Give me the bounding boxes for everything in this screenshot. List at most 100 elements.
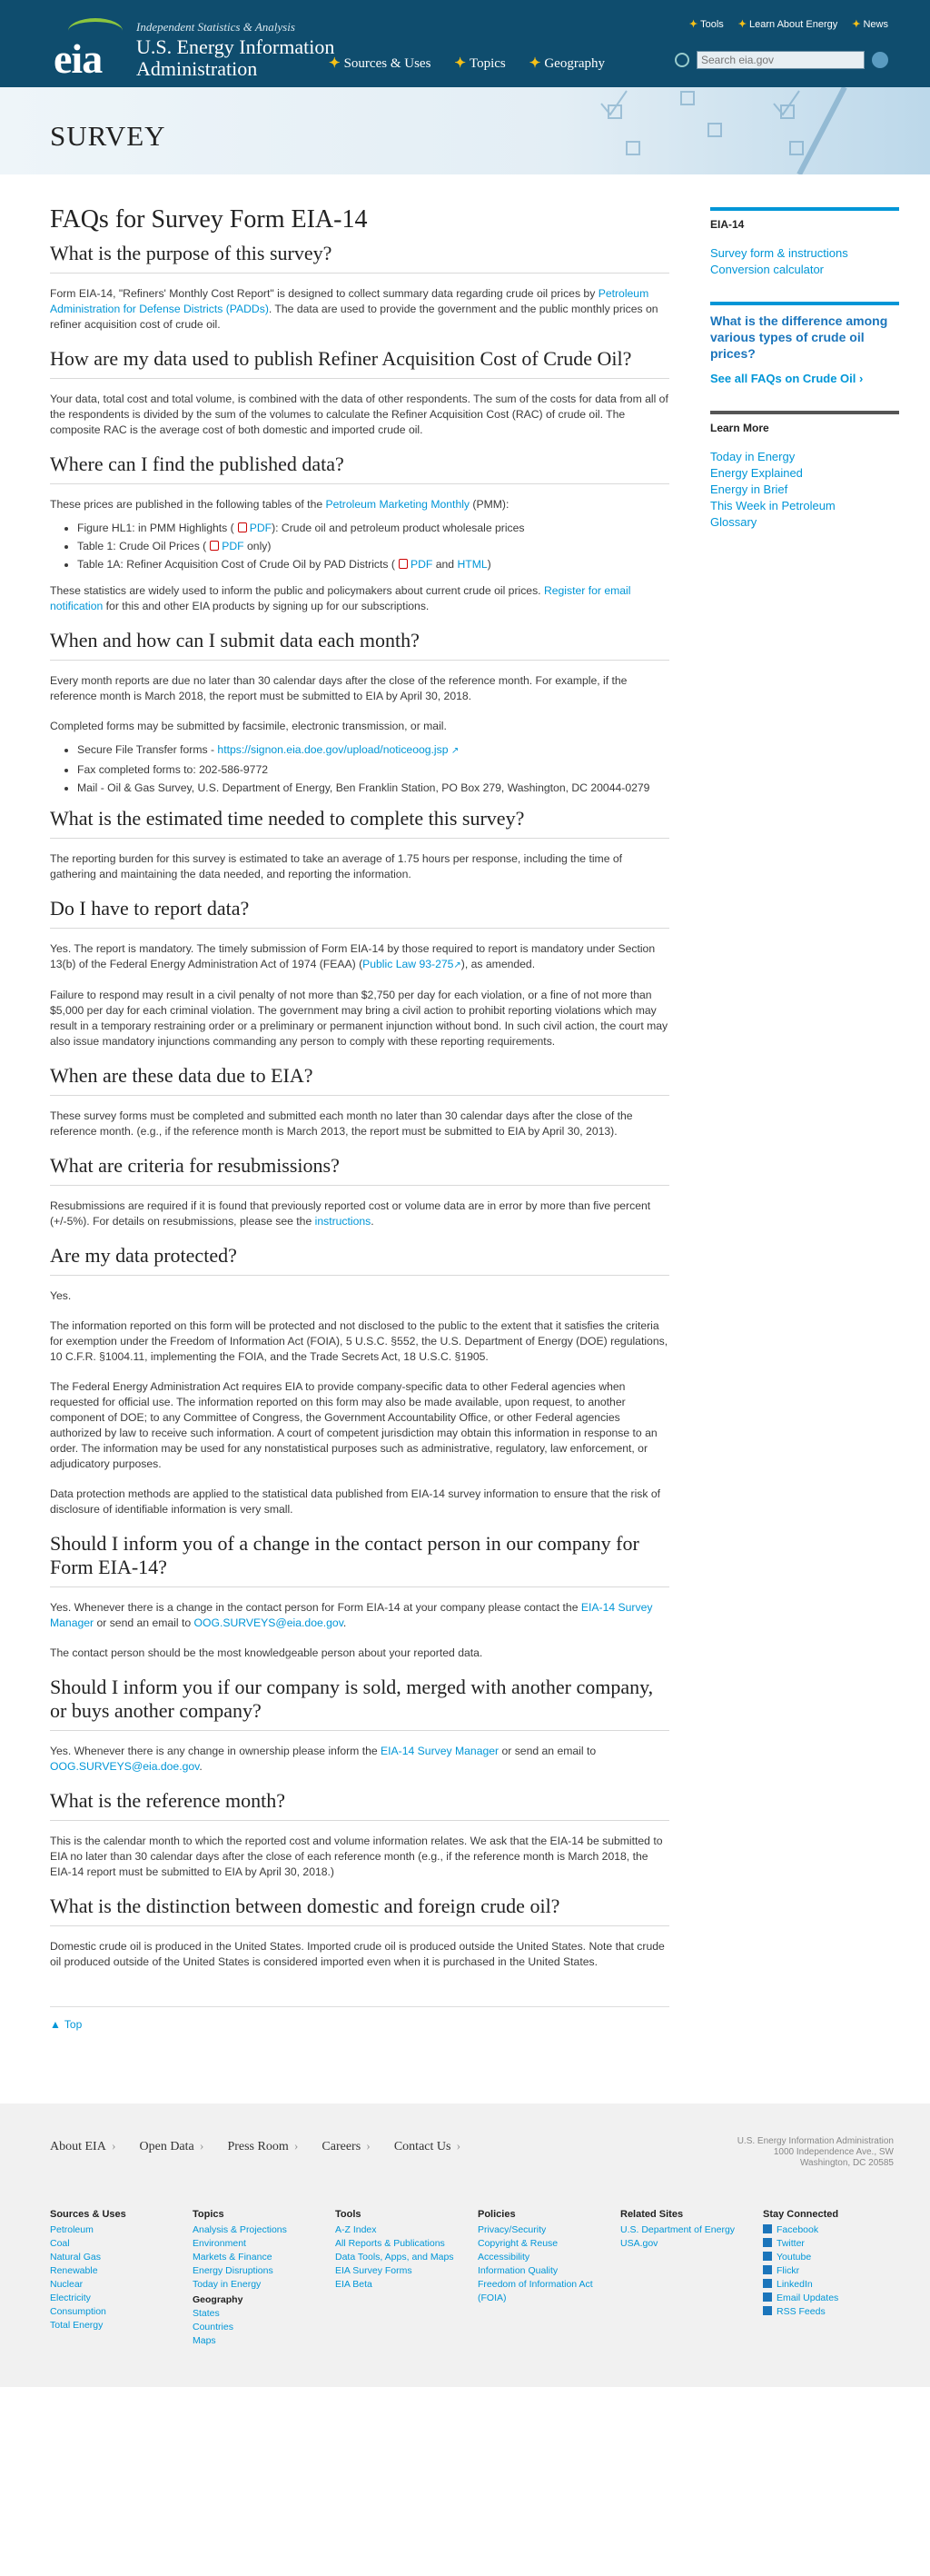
pmm-link[interactable]: Petroleum Marketing Monthly	[326, 498, 470, 511]
footer-link[interactable]: Maps	[193, 2334, 335, 2348]
search-submit-button[interactable]	[872, 52, 888, 68]
footer-nav-item[interactable]: Careers ›	[322, 2140, 370, 2154]
footer-link[interactable]: A-Z Index	[335, 2223, 478, 2237]
faq-answer: The Federal Energy Administration Act re…	[50, 1380, 658, 1470]
top-link[interactable]: Top	[64, 2018, 82, 2031]
footer-col-sources: Sources & Uses Petroleum Coal Natural Ga…	[50, 2209, 193, 2348]
faq-answer: Yes.	[50, 1289, 72, 1302]
secure-transfer-link[interactable]: https://signon.eia.doe.gov/upload/notice…	[217, 743, 448, 756]
footer-link[interactable]: Consumption	[50, 2305, 193, 2319]
footer-link[interactable]: Renewable	[50, 2264, 193, 2278]
footer-link[interactable]: Coal	[50, 2237, 193, 2251]
footer-link[interactable]: Copyright & Reuse	[478, 2237, 620, 2251]
twitter-link[interactable]: Twitter	[763, 2237, 905, 2251]
survey-form-link[interactable]: Survey form & instructions	[710, 245, 899, 262]
flickr-link[interactable]: Flickr	[763, 2264, 905, 2278]
footer-link[interactable]: All Reports & Publications	[335, 2237, 478, 2251]
youtube-link[interactable]: Youtube	[763, 2251, 905, 2264]
learn-more-link[interactable]: Today in Energy	[710, 449, 899, 465]
footer-link[interactable]: Information Quality	[478, 2264, 620, 2278]
faq-answer: The information reported on this form wi…	[50, 1319, 668, 1363]
list-item: Figure HL1: in PMM Highlights (PDF): Cru…	[77, 520, 669, 536]
footer-link[interactable]: USA.gov	[620, 2237, 763, 2251]
featured-faq-link[interactable]: What is the difference among various typ…	[710, 313, 899, 362]
nav-news[interactable]: ✦ News	[852, 18, 888, 30]
faq-answer: Failure to respond may result in a civil…	[50, 989, 668, 1048]
footer-link[interactable]: Nuclear	[50, 2278, 193, 2292]
footer-nav-item[interactable]: About EIA ›	[50, 2140, 116, 2154]
footer-link[interactable]: Natural Gas	[50, 2251, 193, 2264]
footer-col-topics: Topics Analysis & Projections Environmen…	[193, 2209, 335, 2348]
html-link[interactable]: HTML	[457, 558, 487, 571]
site-search	[675, 51, 888, 69]
survey-email-link[interactable]: OOG.SURVEYS@eia.doe.gov	[194, 1616, 343, 1629]
footer-link[interactable]: EIA Beta	[335, 2278, 478, 2292]
footer-link[interactable]: Freedom of Information Act (FOIA)	[478, 2278, 620, 2305]
search-icon	[675, 53, 689, 67]
conversion-calculator-link[interactable]: Conversion calculator	[710, 262, 899, 278]
footer-link[interactable]: Petroleum	[50, 2223, 193, 2237]
faq-answer: Resubmissions are required if it is foun…	[50, 1199, 651, 1228]
footer-link[interactable]: Analysis & Projections	[193, 2223, 335, 2237]
chevron-icon: ›	[456, 2140, 461, 2153]
footer-link[interactable]: Environment	[193, 2237, 335, 2251]
nav-topics[interactable]: ✦ Topics	[454, 55, 505, 72]
page-title: FAQs for Survey Form EIA-14	[50, 205, 368, 234]
footer-link[interactable]: Today in Energy	[193, 2278, 335, 2292]
footer-link[interactable]: EIA Survey Forms	[335, 2264, 478, 2278]
footer-link[interactable]: Energy Disruptions	[193, 2264, 335, 2278]
list-item: Table 1A: Refiner Acquisition Cost of Cr…	[77, 556, 669, 572]
star-icon: ✦	[329, 56, 341, 71]
faq-question: What is the reference month?	[50, 1789, 669, 1821]
nav-tools[interactable]: ✦ Tools	[689, 18, 724, 30]
list-item: Secure File Transfer forms - https://sig…	[77, 741, 669, 760]
survey-manager-link[interactable]: EIA-14 Survey Manager	[381, 1745, 499, 1757]
learn-more-link[interactable]: Energy in Brief	[710, 482, 899, 498]
learn-more-box: Learn More Today in Energy Energy Explai…	[710, 411, 899, 531]
rss-feeds-link[interactable]: RSS Feeds	[763, 2305, 905, 2319]
nav-learn-about-energy[interactable]: ✦ Learn About Energy	[738, 18, 837, 30]
footer-link[interactable]: U.S. Department of Energy	[620, 2223, 763, 2237]
faq-answer: Yes. Whenever there is a change in the c…	[50, 1601, 653, 1629]
email-updates-link[interactable]: Email Updates	[763, 2292, 905, 2305]
footer-nav-item[interactable]: Press Room ›	[227, 2140, 298, 2154]
footer-link[interactable]: Total Energy	[50, 2319, 193, 2332]
star-icon: ✦	[454, 56, 466, 71]
site-footer: About EIA › Open Data › Press Room › Career…	[0, 2104, 930, 2387]
logo-text: eia	[54, 35, 103, 82]
footer-link[interactable]: Markets & Finance	[193, 2251, 335, 2264]
footer-link[interactable]: Accessibility	[478, 2251, 620, 2264]
nav-sources-uses[interactable]: ✦ Sources & Uses	[329, 55, 430, 72]
footer-link[interactable]: Data Tools, Apps, and Maps	[335, 2251, 478, 2264]
learn-more-link[interactable]: Energy Explained	[710, 465, 899, 482]
footer-link[interactable]: Electricity	[50, 2292, 193, 2305]
faq-question: When are these data due to EIA?	[50, 1064, 669, 1096]
instructions-link[interactable]: instructions	[315, 1215, 371, 1228]
faq-answer: Form EIA-14, "Refiners' Monthly Cost Rep…	[50, 287, 658, 331]
pdf-link[interactable]: PDF	[222, 540, 243, 552]
eia-logo[interactable]: eia	[50, 18, 123, 82]
footer-link[interactable]: Privacy/Security	[478, 2223, 620, 2237]
see-all-faqs-link[interactable]: See all FAQs on Crude Oil ›	[710, 371, 899, 387]
footer-link[interactable]: Countries	[193, 2321, 335, 2334]
pdf-icon	[398, 559, 408, 569]
pdf-link[interactable]: PDF	[411, 558, 432, 571]
footer-nav-item[interactable]: Open Data ›	[140, 2140, 204, 2154]
public-law-link[interactable]: Public Law 93-275	[362, 958, 453, 970]
back-to-top: ▲ Top	[50, 2006, 669, 2031]
learn-more-link[interactable]: This Week in Petroleum	[710, 498, 899, 514]
facebook-link[interactable]: Facebook	[763, 2223, 905, 2237]
faq-answer: These survey forms must be completed and…	[50, 1109, 633, 1138]
banner-title: SURVEY	[50, 120, 166, 152]
faq-answer: These statistics are widely used to info…	[50, 584, 631, 612]
footer-link[interactable]: States	[193, 2307, 335, 2321]
survey-email-link[interactable]: OOG.SURVEYS@eia.doe.gov	[50, 1760, 199, 1773]
footer-nav-item[interactable]: Contact Us ›	[394, 2140, 460, 2154]
eia14-box: EIA-14 Survey form & instructions Conver…	[710, 207, 899, 278]
learn-more-link[interactable]: Glossary	[710, 514, 899, 531]
arrow-up-icon: ▲	[50, 2018, 61, 2031]
nav-geography[interactable]: ✦ Geography	[529, 55, 605, 72]
search-input[interactable]	[697, 51, 865, 69]
pdf-link[interactable]: PDF	[250, 522, 272, 534]
linkedin-link[interactable]: LinkedIn	[763, 2278, 905, 2292]
